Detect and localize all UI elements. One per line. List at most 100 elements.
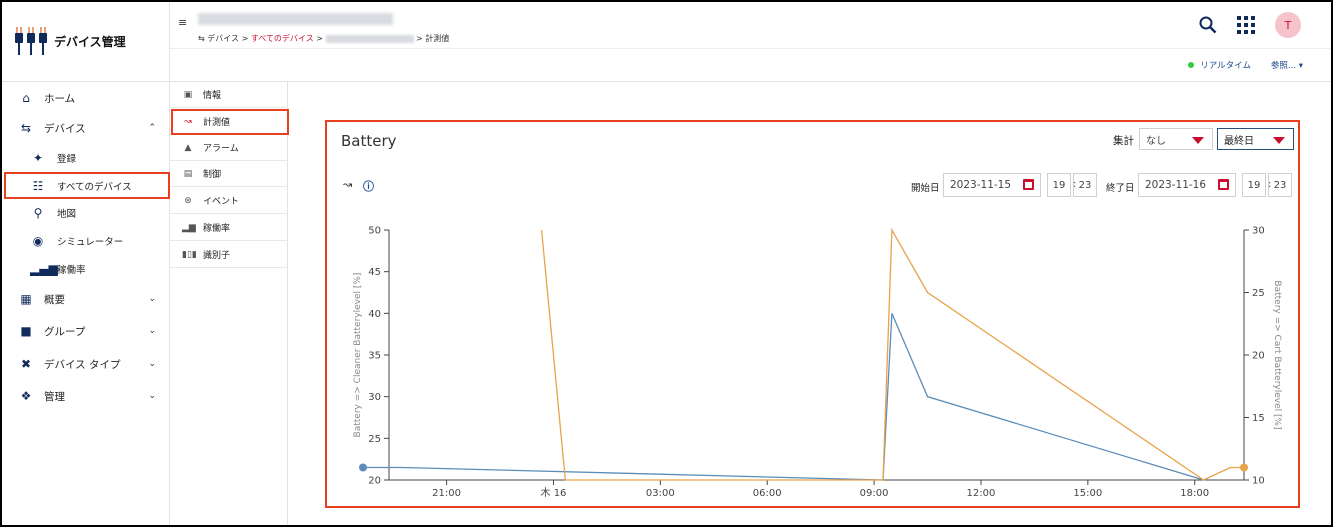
submenu-label: アラーム (203, 144, 239, 154)
submenu-availability[interactable]: ▂▆ 稼働率 (170, 215, 288, 241)
bar-chart-icon: ▂▆ (182, 222, 196, 233)
breadcrumb-separator: > (416, 34, 423, 43)
breadcrumb: ⇆ デバイス > すべてのデバイス > > 計測値 (198, 33, 449, 44)
sidebar-item-groups[interactable]: ■ グループ ⌄ (2, 319, 170, 343)
logo-area[interactable]: デバイス管理 (2, 2, 169, 82)
caret-down-icon (1273, 137, 1285, 144)
submenu-alarms[interactable]: ▲ アラーム (170, 135, 288, 161)
breadcrumb-all-devices[interactable]: すべてのデバイス (251, 34, 314, 43)
x-tick-label: 03:00 (646, 488, 675, 499)
submenu-control[interactable]: ▤ 制御 (170, 161, 288, 187)
sidebar-item-label: 登録 (57, 154, 77, 165)
time-range-select[interactable]: 最終日 (1217, 128, 1294, 150)
info-icon: ▣ (183, 89, 193, 100)
submenu-label: 識別子 (203, 251, 231, 261)
plug-icon: ✦ (32, 151, 44, 165)
submenu-measurements[interactable]: ↝ 計測値 (170, 109, 288, 135)
caret-down-icon (1192, 137, 1204, 144)
end-minute-input[interactable]: 23 (1268, 173, 1292, 197)
sidebar-item-device-types[interactable]: ✖ デバイス タイプ ⌄ (2, 352, 170, 376)
aggregation-select[interactable]: なし (1139, 128, 1213, 150)
x-tick-label: 12:00 (967, 488, 996, 499)
y-left-tick-label: 25 (368, 434, 381, 445)
help-icon[interactable]: ⓘ (363, 178, 374, 194)
end-date-value: 2023-11-16 (1145, 179, 1207, 191)
series-line-1 (363, 313, 1204, 481)
sidebar-item-label: 概要 (44, 293, 65, 306)
breadcrumb-root[interactable]: デバイス (207, 34, 239, 43)
sidebar-item-register[interactable]: ✦ 登録 (2, 146, 170, 170)
start-minute-input[interactable]: 23 (1073, 173, 1097, 197)
chevron-down-icon: ⌄ (148, 294, 156, 304)
sidebar-item-label: すべてのデバイス (57, 182, 132, 193)
x-tick-label: 18:00 (1180, 488, 1209, 499)
start-date-value: 2023-11-15 (950, 179, 1012, 191)
time-range-value: 最終日 (1224, 135, 1254, 147)
sidebar-item-label: ホーム (44, 92, 76, 105)
broadcast-icon: ⊛ (184, 195, 192, 206)
sidebar: デバイス管理 ⌂ ホーム ⇆ デバイス ⌃ ✦ 登録 ☷ すべてのデバイス ⚲ … (2, 2, 170, 525)
apps-grid-icon[interactable] (1237, 16, 1255, 34)
sidebar-item-label: デバイス (44, 122, 86, 135)
sidebar-item-label: デバイス タイプ (44, 358, 121, 371)
app-logo-icon (15, 26, 47, 55)
avatar[interactable]: T (1275, 12, 1301, 38)
y-left-tick-label: 30 (368, 392, 381, 403)
realtime-toggle[interactable]: リアルタイム (1188, 59, 1251, 71)
start-hour-input[interactable]: 19 (1047, 173, 1071, 197)
series-marker-1 (359, 463, 367, 472)
submenu-identifiers[interactable]: ▮▯▮ 識別子 (170, 242, 288, 268)
chart-type-icon[interactable]: ↝ (343, 178, 352, 191)
header: ≡ ⇆ デバイス > すべてのデバイス > > 計測値 T リアルタイム 参照.… (170, 2, 1331, 82)
submenu-label: 制御 (203, 170, 222, 180)
submenu-label: 情報 (203, 91, 222, 101)
breadcrumb-current: 計測値 (425, 34, 450, 43)
battery-chart: 20 25 30 35 40 45 50 10 15 20 25 30 21:00 木 16 03:00 06… (353, 226, 1282, 500)
realtime-label: リアルタイム (1200, 61, 1251, 71)
map-pin-icon: ⚲ (33, 206, 43, 220)
home-icon: ⌂ (22, 91, 30, 105)
sidebar-item-availability[interactable]: ▂▄▆ 稼働率 (2, 257, 170, 281)
menu-toggle-icon[interactable]: ≡ (178, 16, 187, 29)
aggregation-label: 集計 (1113, 135, 1134, 147)
sidebar-item-home[interactable]: ⌂ ホーム (2, 86, 170, 110)
sidebar-item-all-devices[interactable]: ☷ すべてのデバイス (2, 174, 170, 198)
plugs-icon: ✖ (20, 357, 32, 371)
device-submenu: ▣ 情報 ↝ 計測値 ▲ アラーム ▤ 制御 ⊛ イベント ▂▆ 稼働率 ▮▯▮ 識別子 (170, 82, 288, 525)
chevron-down-icon: ⌄ (148, 326, 156, 336)
bar-chart-icon: ▂▄▆ (30, 262, 58, 276)
start-date-input[interactable]: 2023-11-15 (943, 173, 1041, 197)
sidebar-item-label: 地図 (57, 209, 77, 220)
y-right-tick-label: 25 (1252, 288, 1265, 299)
reference-label: 参照... (1270, 61, 1297, 71)
search-icon[interactable] (1199, 16, 1217, 34)
y-left-tick-label: 20 (368, 476, 381, 487)
submenu-events[interactable]: ⊛ イベント (170, 188, 288, 214)
sidebar-item-label: グループ (44, 325, 86, 338)
chevron-up-icon: ⌃ (148, 123, 156, 133)
sidebar-item-devices[interactable]: ⇆ デバイス ⌃ (2, 116, 170, 140)
end-date-label: 終了日 (1106, 183, 1135, 194)
sidebar-item-map[interactable]: ⚲ 地図 (2, 201, 170, 225)
end-date-input[interactable]: 2023-11-16 (1138, 173, 1236, 197)
header-divider (170, 48, 1331, 49)
sidebar-item-overview[interactable]: ▦ 概要 ⌄ (2, 287, 170, 311)
end-hour-input[interactable]: 19 (1242, 173, 1266, 197)
submenu-label: 計測値 (203, 118, 231, 128)
calendar-icon[interactable] (1218, 179, 1229, 190)
barcode-icon: ▮▯▮ (182, 249, 197, 260)
reference-dropdown[interactable]: 参照... ▾ (1271, 59, 1303, 71)
calendar-icon[interactable] (1023, 179, 1034, 190)
sidebar-item-admin[interactable]: ❖ 管理 ⌄ (2, 384, 170, 408)
sidebar-item-simulator[interactable]: ◉ シミュレーター (2, 229, 170, 253)
submenu-info[interactable]: ▣ 情報 (170, 82, 288, 108)
start-date-label: 開始日 (911, 183, 940, 194)
y-left-tick-label: 50 (368, 226, 381, 237)
dashboard-icon: ▦ (20, 292, 32, 306)
y-right-tick-label: 30 (1252, 226, 1265, 237)
sidebar-item-label: シミュレーター (57, 237, 124, 248)
x-tick-label: 21:00 (432, 488, 461, 499)
app-window: デバイス管理 ⌂ ホーム ⇆ デバイス ⌃ ✦ 登録 ☷ すべてのデバイス ⚲ … (0, 0, 1333, 527)
breadcrumb-device-redacted[interactable] (325, 34, 414, 43)
handshake-icon: ❖ (20, 389, 32, 403)
